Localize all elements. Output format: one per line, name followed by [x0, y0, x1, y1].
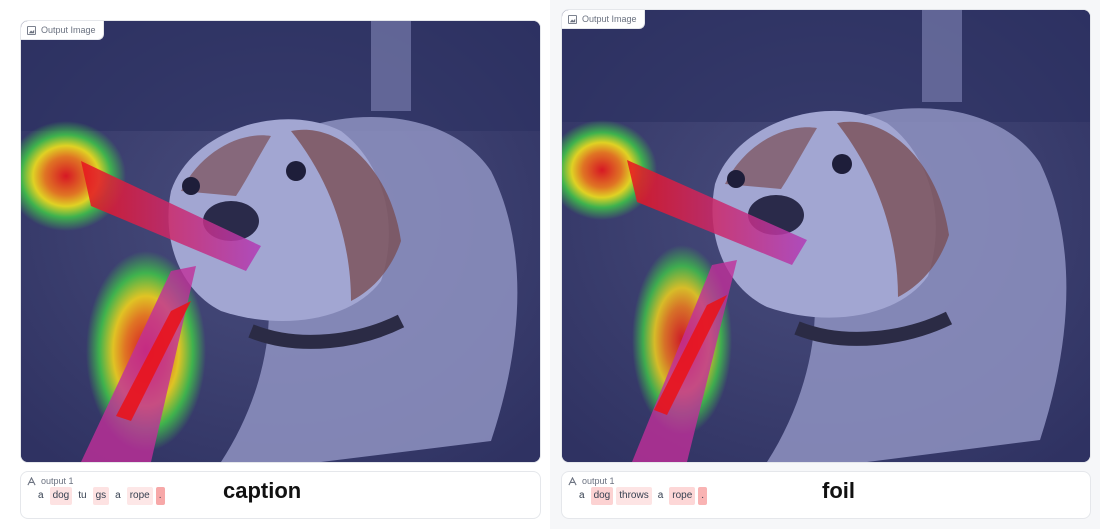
output-image-frame: Output Image: [20, 20, 541, 463]
output-text-label: output 1: [568, 476, 615, 486]
token: rope: [126, 487, 153, 505]
token: tu: [75, 487, 90, 505]
output-image-label: Output Image: [562, 10, 645, 29]
heatmap-image: [21, 21, 540, 462]
caption-panel: Output Image output 1 a dog tu gs a rope…: [0, 0, 550, 529]
token: a: [576, 487, 588, 505]
token-list: a dog tu gs a rope.: [35, 487, 165, 505]
token: dog: [49, 487, 73, 505]
text-label-text: output 1: [41, 476, 74, 486]
output-text-label: output 1: [27, 476, 74, 486]
token: dog: [590, 487, 614, 505]
foil-panel: Output Image output 1 a dog throws a rop…: [550, 0, 1100, 529]
image-icon: [27, 25, 36, 35]
token-list: a dog throws a rope.: [576, 487, 708, 505]
token: throws: [616, 487, 652, 505]
image-icon: [568, 14, 577, 24]
token: a: [654, 487, 667, 505]
image-label-text: Output Image: [41, 25, 96, 35]
output-image-frame: Output Image: [561, 9, 1091, 463]
foil-title: foil: [822, 478, 855, 503]
caption-title: caption: [223, 478, 302, 503]
token: a: [112, 487, 124, 505]
text-output-icon: [27, 476, 36, 485]
text-output-icon: [568, 476, 577, 485]
token: a: [35, 487, 47, 505]
token: .: [698, 487, 708, 505]
text-label-text: output 1: [582, 476, 615, 486]
token: gs: [92, 487, 110, 505]
token: .: [155, 487, 165, 505]
token: rope: [669, 487, 696, 505]
image-label-text: Output Image: [582, 14, 637, 24]
output-image-label: Output Image: [21, 21, 104, 40]
heatmap-image: [562, 10, 1090, 462]
